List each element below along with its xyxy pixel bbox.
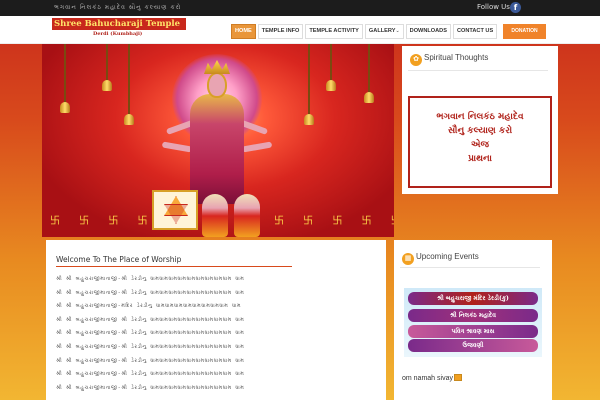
spiritual-thoughts-title: Spiritual Thoughts: [424, 53, 489, 62]
follow-us-label: Follow Us: [477, 3, 510, 11]
divider: [56, 266, 292, 267]
site-logo-subtitle: Derdi (Kumbhaji): [93, 31, 143, 37]
nav-gallery-label: GALLERY: [368, 28, 396, 34]
nav-temple-info[interactable]: TEMPLE INFO: [257, 24, 304, 39]
event-line: શ્રી બહુચરાજી મંદિર ડેરડી(કુ): [408, 292, 538, 305]
event-line: પવિત્ર શ્રાવણ માસ: [408, 325, 538, 338]
chevron-down-icon: ⌄: [395, 28, 400, 34]
site-logo[interactable]: Shree Bahucharaji Temple: [52, 18, 186, 30]
text-line: શ્રી શ્રી બહુચરાજીમાતાજી-શ્રી ડેરડીનુ ધા…: [56, 384, 245, 391]
top-marquee-text: ભગવાન નિલકંઠ મહાદેવ સૌનુ કલ્યાણ કરો: [54, 4, 182, 11]
welcome-text: શ્રી શ્રી બહુચરાજીમાતાજી-શ્રી ડેરડીનુ ધા…: [56, 273, 376, 395]
event-line: ઉજવણી: [408, 339, 538, 352]
welcome-section: Welcome To The Place of Worship શ્રી શ્ર…: [46, 240, 386, 400]
lotus-icon: ✿: [410, 54, 422, 66]
welcome-title: Welcome To The Place of Worship: [56, 255, 182, 264]
nav-gallery[interactable]: GALLERY⌄: [364, 24, 404, 39]
text-line: શ્રી શ્રી બહુચરાજીમાતાજી શ્રી ડેરડીનુ ધા…: [56, 316, 245, 323]
yantra-icon: [152, 190, 198, 230]
nav-temple-activity[interactable]: TEMPLE ACTIVITY: [305, 24, 363, 39]
calendar-icon: ▦: [402, 253, 414, 265]
upcoming-events-title: Upcoming Events: [416, 252, 479, 261]
thought-line: ભગવાન નિલકંઠ મહાદેવ: [436, 112, 524, 122]
idol-figure: [234, 194, 260, 237]
event-caption[interactable]: om namah sivay: [402, 374, 462, 382]
text-line: શ્રી શ્રી બહુચરાજીમાતાજી-શ્રી ડેરડીનુ ધા…: [56, 276, 245, 282]
divider: [408, 70, 548, 71]
upcoming-events-widget: ▦ Upcoming Events શ્રી બહુચરાજી મંદિર ડે…: [394, 240, 552, 400]
calendar-small-icon: [453, 374, 462, 381]
nav-downloads[interactable]: DOWNLOADS: [405, 24, 451, 39]
swastika-row-right: 卐 卐 卐 卐 卐 卐: [274, 216, 394, 227]
nav-contact-us[interactable]: CONTACT US: [452, 24, 498, 39]
top-bar: ભગવાન નિલકંઠ મહાદેવ સૌનુ કલ્યાણ કરો Foll…: [0, 0, 600, 16]
main-nav: HOME TEMPLE INFO TEMPLE ACTIVITY GALLERY…: [231, 24, 498, 39]
event-banner-image[interactable]: શ્રી બહુચરાજી મંદિર ડેરડી(કુ) શ્રી નિલકં…: [404, 288, 542, 357]
text-line: શ્રી શ્રી બહુચરાજીમાતાજી-શ્રી ડેરડીનુ ધા…: [56, 343, 245, 350]
hero-banner-image: 卐 卐 卐 卐 卐 卐 卐 卐 卐 卐: [42, 44, 394, 237]
nav-home[interactable]: HOME: [231, 24, 256, 39]
text-line: શ્રી શ્રી બહુચરાજીમાતાજી-શ્રી ડેરડીનુ ધા…: [56, 330, 245, 337]
divider: [400, 267, 540, 268]
spiritual-thoughts-heading: ✿ Spiritual Thoughts: [408, 53, 489, 66]
idol-figure: [202, 194, 228, 237]
text-line: શ્રી શ્રી બહુચરાજીમાતાજી-શ્રી ડેરડીનુ ધા…: [56, 371, 245, 378]
upcoming-events-heading: ▦ Upcoming Events: [400, 252, 479, 265]
event-line: શ્રી નિલકંઠ મહાદેવ: [408, 309, 538, 322]
text-line: શ્રી શ્રી બહુચરાજીમાતાજી-મંદિર ડેરડીનુ ધ…: [56, 303, 242, 310]
swastika-row-left: 卐 卐 卐 卐: [50, 216, 156, 227]
thought-line: એજ: [470, 140, 489, 150]
event-caption-text: om namah sivay: [402, 375, 453, 382]
thought-line: પ્રાથના: [468, 154, 492, 164]
donation-button[interactable]: DONATION: [503, 24, 546, 39]
spiritual-thoughts-widget: ✿ Spiritual Thoughts ભગવાન નિલકંઠ મહાદેવ…: [402, 46, 558, 194]
thought-line: સૌનુ કલ્યાણ કરો: [447, 126, 513, 136]
text-line: શ્રી શ્રી બહુચરાજીમાતાજી-શ્રી ડેરડીનુ ધા…: [56, 357, 245, 364]
spiritual-thought-card: ભગવાન નિલકંઠ મહાદેવ સૌનુ કલ્યાણ કરો એજ પ…: [408, 96, 552, 188]
facebook-icon[interactable]: f: [510, 2, 521, 13]
text-line: શ્રી શ્રી બહુચરાજીમાતાજી-શ્રી ડેરડીનુ ધા…: [56, 289, 245, 296]
